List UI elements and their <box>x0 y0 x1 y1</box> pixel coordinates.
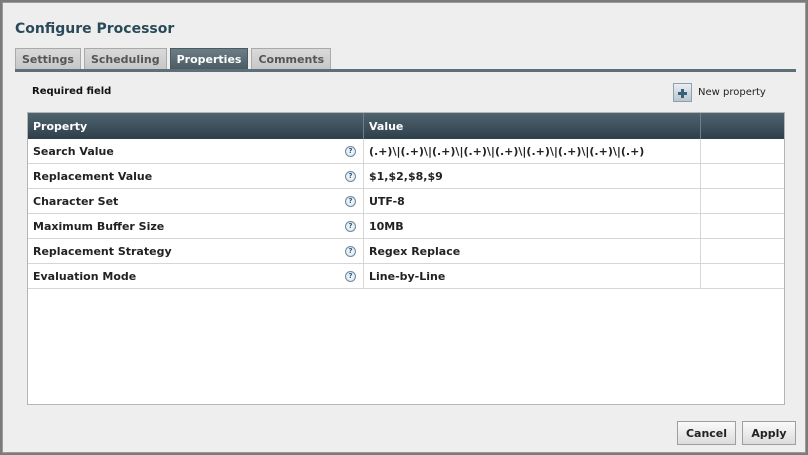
help-icon[interactable]: ? <box>345 170 356 182</box>
plus-icon[interactable] <box>673 83 692 102</box>
help-icon[interactable]: ? <box>345 220 356 232</box>
property-value[interactable]: Line-by-Line <box>369 270 699 283</box>
table-row[interactable]: Maximum Buffer Size ? 10MB <box>28 214 784 239</box>
apply-button[interactable]: Apply <box>742 421 796 445</box>
table-row[interactable]: Character Set ? UTF-8 <box>28 189 784 214</box>
tab-bar: Settings Scheduling Properties Comments <box>15 48 334 70</box>
property-value-cell[interactable]: $1,$2,$8,$9 <box>364 164 701 188</box>
property-name-cell: Search Value ? <box>28 139 364 163</box>
properties-table: Property Value Search Value ? (.+)\|(.+)… <box>27 112 785 405</box>
property-actions-cell <box>701 264 784 288</box>
property-value[interactable]: UTF-8 <box>369 195 699 208</box>
configure-processor-dialog: Configure Processor Settings Scheduling … <box>2 2 806 453</box>
property-name: Maximum Buffer Size <box>33 219 165 233</box>
property-name-cell: Maximum Buffer Size ? <box>28 214 364 238</box>
table-row[interactable]: Replacement Strategy ? Regex Replace <box>28 239 784 264</box>
column-header-actions <box>701 113 784 139</box>
property-name-cell: Replacement Value ? <box>28 164 364 188</box>
property-name: Replacement Value <box>33 169 153 183</box>
cancel-button[interactable]: Cancel <box>677 421 736 445</box>
property-value[interactable]: $1,$2,$8,$9 <box>369 170 699 183</box>
property-value-cell[interactable]: Line-by-Line <box>364 264 701 288</box>
help-icon[interactable]: ? <box>345 270 356 282</box>
required-field-label: Required field <box>32 86 112 97</box>
property-actions-cell <box>701 164 784 188</box>
property-name-cell: Evaluation Mode ? <box>28 264 364 288</box>
help-icon[interactable]: ? <box>345 145 356 157</box>
property-name: Evaluation Mode <box>33 269 137 283</box>
tab-comments[interactable]: Comments <box>251 48 332 70</box>
dialog-title: Configure Processor <box>15 21 175 37</box>
property-value[interactable]: Regex Replace <box>369 245 699 258</box>
table-header: Property Value <box>28 113 784 139</box>
property-actions-cell <box>701 189 784 213</box>
new-property-button[interactable]: New property <box>673 83 766 102</box>
property-value-cell[interactable]: UTF-8 <box>364 189 701 213</box>
property-name-cell: Replacement Strategy ? <box>28 239 364 263</box>
tab-scheduling[interactable]: Scheduling <box>83 48 167 70</box>
property-value[interactable]: (.+)\|(.+)\|(.+)\|(.+)\|(.+)\|(.+)\|(.+)… <box>369 145 699 158</box>
table-row[interactable]: Evaluation Mode ? Line-by-Line <box>28 264 784 289</box>
property-value[interactable]: 10MB <box>369 220 699 233</box>
properties-panel: Required field New property Property Val… <box>15 72 796 410</box>
property-value-cell[interactable]: Regex Replace <box>364 239 701 263</box>
property-actions-cell <box>701 139 784 163</box>
tab-properties[interactable]: Properties <box>169 48 249 70</box>
property-actions-cell <box>701 239 784 263</box>
property-name-cell: Character Set ? <box>28 189 364 213</box>
column-header-property[interactable]: Property <box>28 113 364 139</box>
table-row[interactable]: Search Value ? (.+)\|(.+)\|(.+)\|(.+)\|(… <box>28 139 784 164</box>
tab-settings[interactable]: Settings <box>15 48 81 70</box>
help-icon[interactable]: ? <box>345 245 356 257</box>
property-value-cell[interactable]: (.+)\|(.+)\|(.+)\|(.+)\|(.+)\|(.+)\|(.+)… <box>364 139 701 163</box>
column-header-value[interactable]: Value <box>364 113 701 139</box>
property-name: Search Value <box>33 144 114 158</box>
property-actions-cell <box>701 214 784 238</box>
property-value-cell[interactable]: 10MB <box>364 214 701 238</box>
help-icon[interactable]: ? <box>345 195 356 207</box>
property-name: Replacement Strategy <box>33 244 172 258</box>
property-name: Character Set <box>33 194 119 208</box>
new-property-label[interactable]: New property <box>698 87 766 98</box>
table-row[interactable]: Replacement Value ? $1,$2,$8,$9 <box>28 164 784 189</box>
